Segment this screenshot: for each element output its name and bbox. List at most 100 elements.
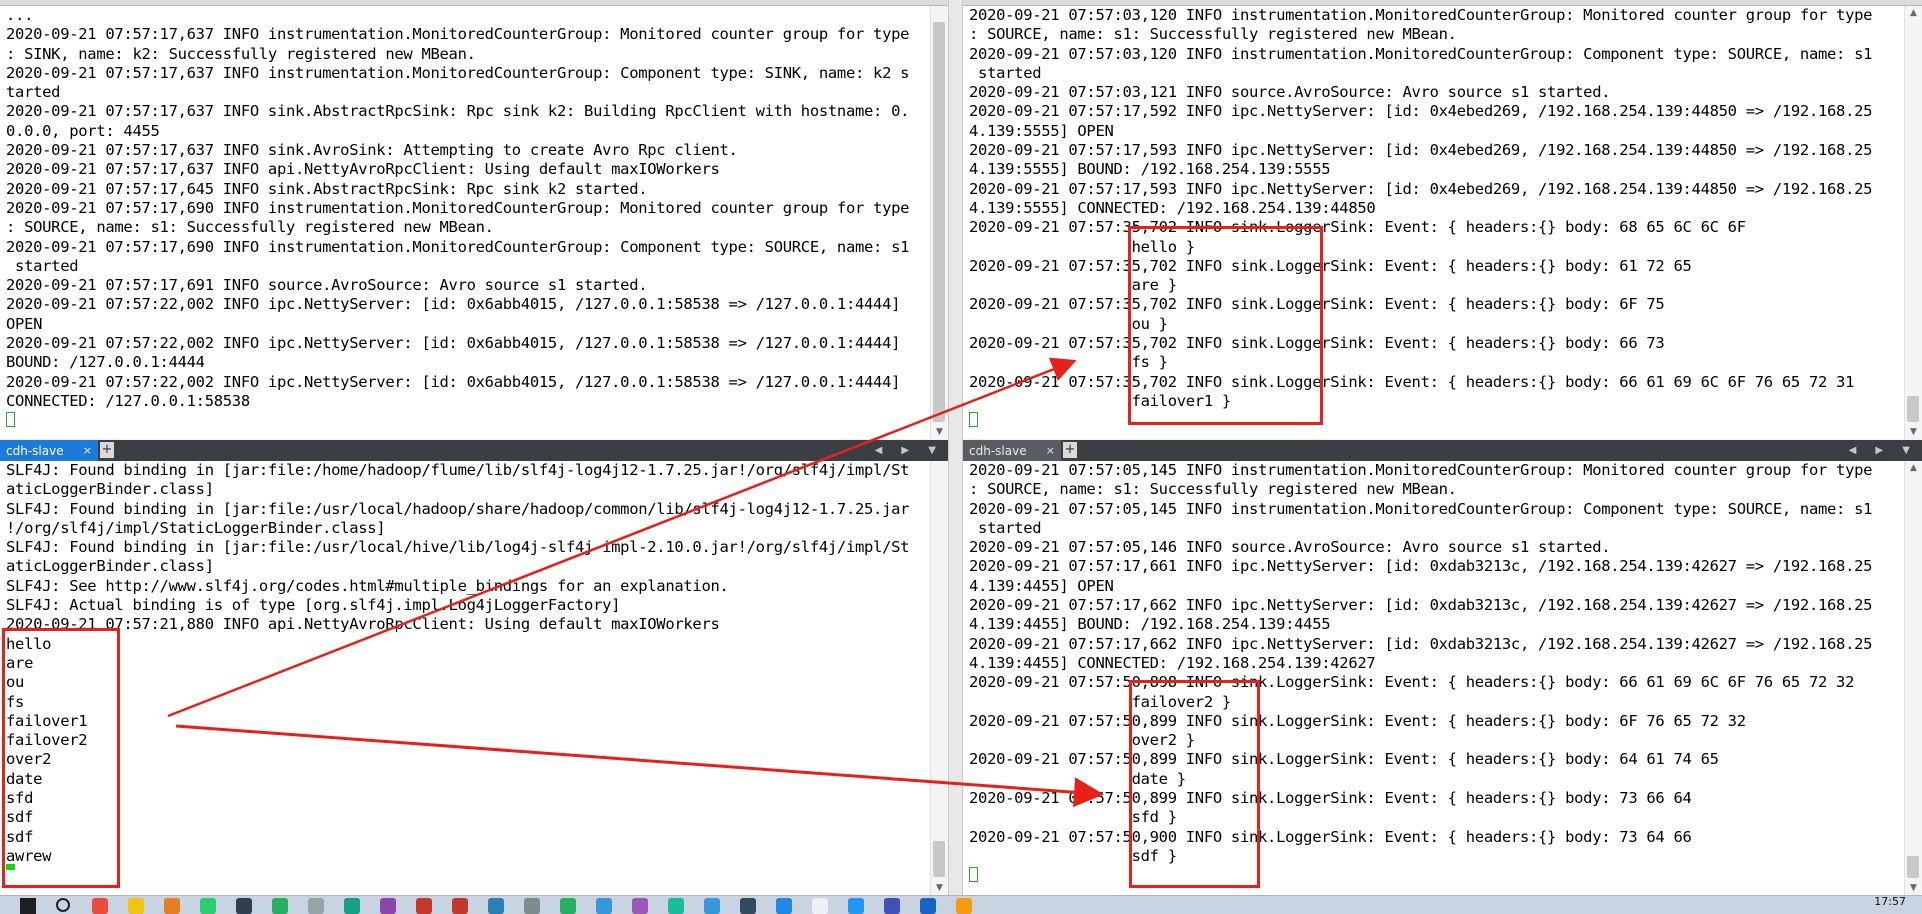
scrollbar[interactable]: ▲ ▼ [1904, 461, 1922, 895]
app-icon[interactable] [668, 898, 684, 914]
annotation-box-bottom-right [1129, 680, 1260, 888]
terminal-line: 2020-09-21 07:57:17,637 INFO sink.Abstra… [6, 102, 910, 121]
scroll-down-arrow-icon[interactable]: ▼ [931, 425, 948, 439]
terminal-line: 2020-09-21 07:57:35,702 INFO sink.Logger… [969, 256, 1692, 275]
chrome-icon[interactable] [92, 898, 108, 914]
tab-cdh-slave[interactable]: cdh-slave × [0, 440, 98, 461]
pane-splitter[interactable] [948, 0, 963, 895]
scrollbar-thumb[interactable] [1907, 856, 1919, 878]
scrollbar[interactable]: ▲ ▼ [1904, 6, 1922, 439]
terminal-line: aticLoggerBinder.class] [6, 557, 214, 576]
wechat-icon[interactable] [200, 898, 216, 914]
app-icon[interactable] [596, 898, 612, 914]
terminal-pane-bottom-right[interactable]: 2020-09-21 07:57:05,145 INFO instrumenta… [963, 461, 1922, 895]
pycharm-icon[interactable] [344, 898, 360, 914]
terminal-pane-top-left[interactable]: ... 2020-09-21 07:57:17,637 INFO instrume… [0, 6, 948, 439]
terminal-line: sdf } [969, 846, 1177, 865]
terminal-output: ... 2020-09-21 07:57:17,637 INFO instrume… [6, 6, 926, 439]
app-icon[interactable] [920, 898, 936, 914]
taskbar-clock: 17:57 [1874, 895, 1906, 908]
app-icon[interactable] [740, 898, 756, 914]
scrollbar-thumb[interactable] [933, 22, 945, 422]
file-explorer-icon[interactable] [128, 898, 144, 914]
app-icon[interactable] [812, 898, 828, 914]
app-icon[interactable] [560, 898, 576, 914]
terminal-line: failover2 } [969, 692, 1232, 711]
scrollbar-thumb[interactable] [933, 841, 945, 877]
terminal-line: sdf [6, 827, 34, 846]
scrollbar[interactable]: ▼ [930, 461, 948, 895]
terminal-line: 2020-09-21 07:57:05,145 INFO instrumenta… [969, 461, 1873, 479]
terminal-cursor [969, 412, 978, 428]
terminal-line: over2 } [969, 731, 1196, 750]
terminal-line: 2020-09-21 07:57:03,120 INFO instrumenta… [969, 6, 1873, 24]
app-icon[interactable] [884, 898, 900, 914]
app-icon[interactable] [848, 898, 864, 914]
notepad-icon[interactable] [308, 898, 324, 914]
terminal-line: 2020-09-21 07:57:17,662 INFO ipc.NettySe… [969, 634, 1873, 653]
tab-bar-bottom-left: cdh-slave × + ◀ ▶ ▼ [0, 440, 948, 461]
terminal-line: 2020-09-21 07:57:35,702 INFO sink.Logger… [969, 295, 1665, 314]
terminal-line: : SINK, name: k2: Successfully registere… [6, 44, 476, 63]
xmind-icon[interactable] [452, 898, 468, 914]
app-icon[interactable] [704, 898, 720, 914]
add-tab-button[interactable]: + [1063, 442, 1077, 458]
terminal-line: 2020-09-21 07:57:35,702 INFO sink.Logger… [969, 372, 1855, 391]
terminal-line: 2020-09-21 07:57:17,592 INFO ipc.NettySe… [969, 102, 1873, 121]
jetbrains-icon[interactable] [236, 898, 252, 914]
app-icon[interactable] [524, 898, 540, 914]
scroll-up-arrow-icon[interactable]: ▲ [1905, 6, 1922, 20]
app-icon[interactable] [416, 898, 432, 914]
terminal-line: SLF4J: Actual binding is of type [org.sl… [6, 596, 621, 615]
app-icon[interactable] [164, 898, 180, 914]
tab-cdh-slave[interactable]: cdh-slave × [963, 440, 1061, 461]
terminal-line: 2020-09-21 07:57:17,661 INFO ipc.NettySe… [969, 557, 1873, 576]
tab-scroll-arrows-icon[interactable]: ◀ ▶ ▼ [875, 440, 944, 461]
terminal-line: hello } [969, 237, 1196, 256]
terminal-pane-bottom-left[interactable]: SLF4J: Found binding in [jar:file:/home/… [0, 461, 948, 895]
app-icon[interactable] [776, 898, 792, 914]
scroll-up-arrow-icon[interactable]: ▲ [1905, 461, 1922, 475]
scroll-down-arrow-icon[interactable]: ▼ [931, 881, 948, 895]
terminal-line: started [969, 518, 1042, 537]
terminal-line: 2020-09-21 07:57:17,593 INFO ipc.NettySe… [969, 141, 1873, 160]
terminal-pane-top-right[interactable]: 2020-09-21 07:57:03,120 INFO instrumenta… [963, 6, 1922, 439]
scrollbar-thumb[interactable] [1907, 396, 1919, 422]
terminal-line: ou [6, 673, 25, 692]
terminal-line: 2020-09-21 07:57:50,900 INFO sink.Logger… [969, 827, 1692, 846]
terminal-line: !/org/slf4j/impl/StaticLoggerBinder.clas… [6, 518, 386, 537]
terminal-line: 2020-09-21 07:57:35,702 INFO sink.Logger… [969, 334, 1665, 353]
terminal-line: 2020-09-21 07:57:17,690 INFO instrumenta… [6, 237, 910, 256]
scroll-down-arrow-icon[interactable]: ▼ [1905, 425, 1922, 439]
terminal-line: failover1 } [969, 391, 1232, 410]
add-tab-button[interactable]: + [100, 442, 114, 458]
terminal-line: 0.0.0, port: 4455 [6, 121, 160, 140]
phpstorm-icon[interactable] [380, 898, 396, 914]
terminal-line: SLF4J: Found binding in [jar:file:/home/… [6, 461, 910, 479]
search-icon[interactable] [56, 898, 70, 912]
tab-scroll-arrows-icon[interactable]: ◀ ▶ ▼ [1849, 440, 1918, 461]
scroll-down-arrow-icon[interactable]: ▼ [1905, 881, 1922, 895]
app-icon[interactable] [632, 898, 648, 914]
terminal-line: 2020-09-21 07:57:17,593 INFO ipc.NettySe… [969, 179, 1873, 198]
terminal-line: 2020-09-21 07:57:17,637 INFO sink.AvroSi… [6, 141, 738, 160]
terminal-line: : SOURCE, name: s1: Successfully registe… [6, 218, 494, 237]
terminal-line: are } [969, 276, 1177, 295]
terminal-line: sfd [6, 789, 34, 808]
close-icon[interactable]: × [83, 444, 92, 457]
close-icon[interactable]: × [1046, 444, 1055, 457]
scrollbar[interactable]: ▼ [930, 6, 948, 439]
terminal-line: started [969, 63, 1042, 82]
terminal-line: tarted [6, 83, 61, 102]
chat-icon[interactable] [272, 898, 288, 914]
start-icon[interactable] [20, 898, 36, 914]
terminal-line: fs [6, 692, 25, 711]
app-icon[interactable] [488, 898, 504, 914]
terminal-line: SLF4J: Found binding in [jar:file:/usr/l… [6, 538, 910, 557]
terminal-line: date [6, 769, 43, 788]
terminal-line: sdf [6, 808, 34, 827]
terminal-line: 2020-09-21 07:57:03,120 INFO instrumenta… [969, 44, 1873, 63]
terminal-line: 4.139:4455] BOUND: /192.168.254.139:4455 [969, 615, 1331, 634]
app-icon[interactable] [956, 898, 972, 914]
terminal-line: sfd } [969, 808, 1177, 827]
